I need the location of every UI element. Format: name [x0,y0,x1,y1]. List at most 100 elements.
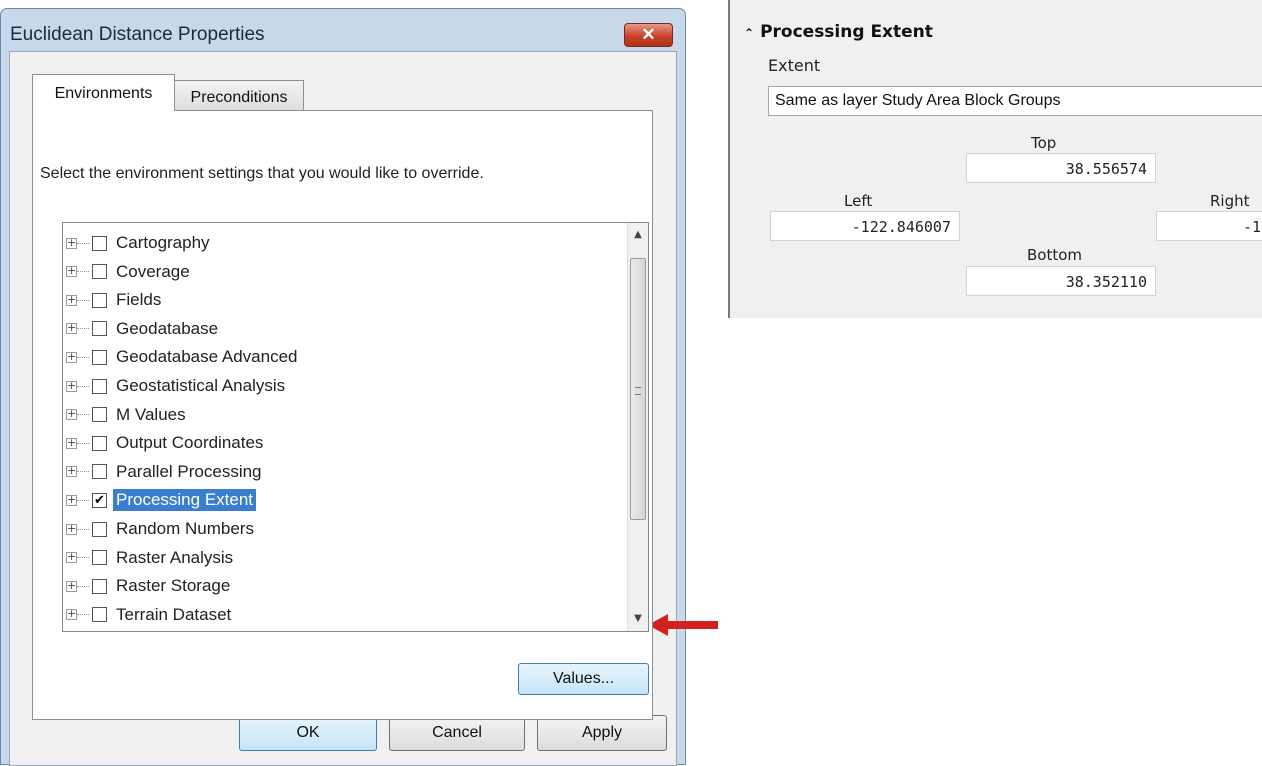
tree-item-checkbox[interactable]: ✔ [92,492,107,508]
expand-plus-icon[interactable]: + [66,580,77,592]
tree-connector [77,299,89,301]
processing-extent-title: Processing Extent [760,22,933,42]
tree-item[interactable]: + Terrain Dataset [63,601,234,629]
tree-item-checkbox[interactable] [92,435,107,451]
tree-connector [77,271,89,273]
expand-plus-icon[interactable]: + [66,351,77,363]
processing-extent-heading[interactable]: ⌃ Processing Extent [744,22,933,42]
tree-item[interactable]: + Geostatistical Analysis [63,372,288,400]
red-arrow-icon [648,614,718,636]
tree-item[interactable]: + Raster Analysis [63,544,236,572]
tree-connector [77,614,89,616]
tree-connector [77,528,89,530]
tree-item-label[interactable]: Geostatistical Analysis [113,375,288,397]
tree-scrollbar[interactable]: ▲ ▼ [627,223,648,631]
tree-item-checkbox[interactable] [92,521,107,537]
extent-dropdown[interactable]: Same as layer Study Area Block Groups [768,86,1262,116]
tree-item-label[interactable]: Geodatabase [113,318,221,340]
tree-item-checkbox[interactable] [92,578,107,594]
tree-connector [77,499,89,501]
dialog-title: Euclidean Distance Properties [10,24,265,45]
close-icon: ✕ [641,25,656,44]
bottom-label: Bottom [1027,246,1083,264]
top-label: Top [1031,134,1057,152]
expand-plus-icon[interactable]: + [66,551,77,564]
tree-item-checkbox[interactable] [92,464,107,480]
tree-item-label[interactable]: M Values [113,404,189,426]
tree-item-label[interactable]: Geodatabase Advanced [113,346,300,368]
expand-plus-icon[interactable]: + [66,380,77,392]
cancel-button[interactable]: Cancel [389,715,525,751]
tree-item[interactable]: + Geodatabase Advanced [63,343,300,371]
extent-label: Extent [768,56,821,75]
instruction-text: Select the environment settings that you… [40,165,484,182]
environment-settings-tree[interactable]: + Cartography + Coverage + Fields + Geodatabase… [62,222,649,632]
left-field[interactable]: -122.846007 [770,211,960,241]
tree-item-label[interactable]: Raster Storage [113,575,233,597]
tree-item[interactable]: + Parallel Processing [63,458,265,486]
tree-connector [77,414,89,416]
ok-button[interactable]: OK [239,715,377,751]
tree-item[interactable]: + Coverage [63,258,193,286]
tree-item-label[interactable]: Random Numbers [113,518,257,540]
tree-item-checkbox[interactable] [92,321,107,337]
tree-item-label[interactable]: Output Coordinates [113,432,266,454]
values-button[interactable]: Values... [518,663,649,695]
expand-plus-icon[interactable]: + [66,494,77,506]
tree-item-label[interactable]: Fields [113,289,164,311]
expand-plus-icon[interactable]: + [66,237,77,249]
top-field[interactable]: 38.556574 [966,153,1156,183]
tree-item[interactable]: + M Values [63,401,189,429]
tree-item-checkbox[interactable] [92,550,107,566]
dialog-client-area: Environments Preconditions Select the en… [9,51,677,766]
collapse-chevron-icon[interactable]: ⌃ [744,26,754,40]
expand-plus-icon[interactable]: + [66,465,77,478]
tree-item-checkbox[interactable] [92,378,107,394]
tree-item[interactable]: + Fields [63,286,164,314]
tree-item[interactable]: + Raster Storage [63,572,233,600]
tree-connector [77,585,89,587]
tree-connector [77,242,89,244]
right-label: Right [1210,192,1250,210]
expand-plus-icon[interactable]: + [66,523,77,535]
tab-environments[interactable]: Environments [32,74,175,111]
tree-connector [77,557,89,559]
tree-item[interactable]: + Random Numbers [63,515,257,543]
tree-item[interactable]: + ✔ Processing Extent [63,486,257,514]
expand-plus-icon[interactable]: + [66,294,77,306]
tree-item-label[interactable]: Terrain Dataset [113,604,234,626]
tree-connector [77,356,89,358]
tree-item-checkbox[interactable] [92,407,107,423]
tree-item-label[interactable]: Parallel Processing [113,461,265,483]
expand-plus-icon[interactable]: + [66,437,77,449]
tree-item-label[interactable]: Coverage [113,261,193,283]
processing-extent-panel: ⌃ Processing Extent Extent Same as layer … [728,0,1262,318]
tree-item[interactable]: + Geodatabase [63,315,221,343]
tree-item-checkbox[interactable] [92,235,107,251]
tree-item-checkbox[interactable] [92,607,107,623]
scroll-thumb[interactable] [630,258,646,520]
scroll-down-icon[interactable]: ▼ [628,609,648,629]
tree-item-checkbox[interactable] [92,292,107,308]
tree-connector [77,442,89,444]
close-button[interactable]: ✕ [624,23,673,47]
tree-item-checkbox[interactable] [92,264,107,280]
tree-connector [77,328,89,330]
apply-button[interactable]: Apply [537,715,667,751]
tree-item-label[interactable]: Processing Extent [113,489,257,512]
left-label: Left [844,192,873,210]
tree-item[interactable]: + Cartography [63,229,213,257]
expand-plus-icon[interactable]: + [66,408,77,421]
tree-item-checkbox[interactable] [92,349,107,365]
expand-plus-icon[interactable]: + [66,608,77,621]
right-field[interactable]: -122 [1156,211,1262,241]
tab-preconditions[interactable]: Preconditions [174,80,304,114]
scroll-up-icon[interactable]: ▲ [628,225,648,245]
tree-item-label[interactable]: Cartography [113,232,213,254]
expand-plus-icon[interactable]: + [66,265,77,278]
bottom-field[interactable]: 38.352110 [966,266,1156,296]
expand-plus-icon[interactable]: + [66,322,77,335]
tree-connector [77,385,89,387]
tree-item-label[interactable]: Raster Analysis [113,547,236,569]
tree-item[interactable]: + Output Coordinates [63,429,266,457]
